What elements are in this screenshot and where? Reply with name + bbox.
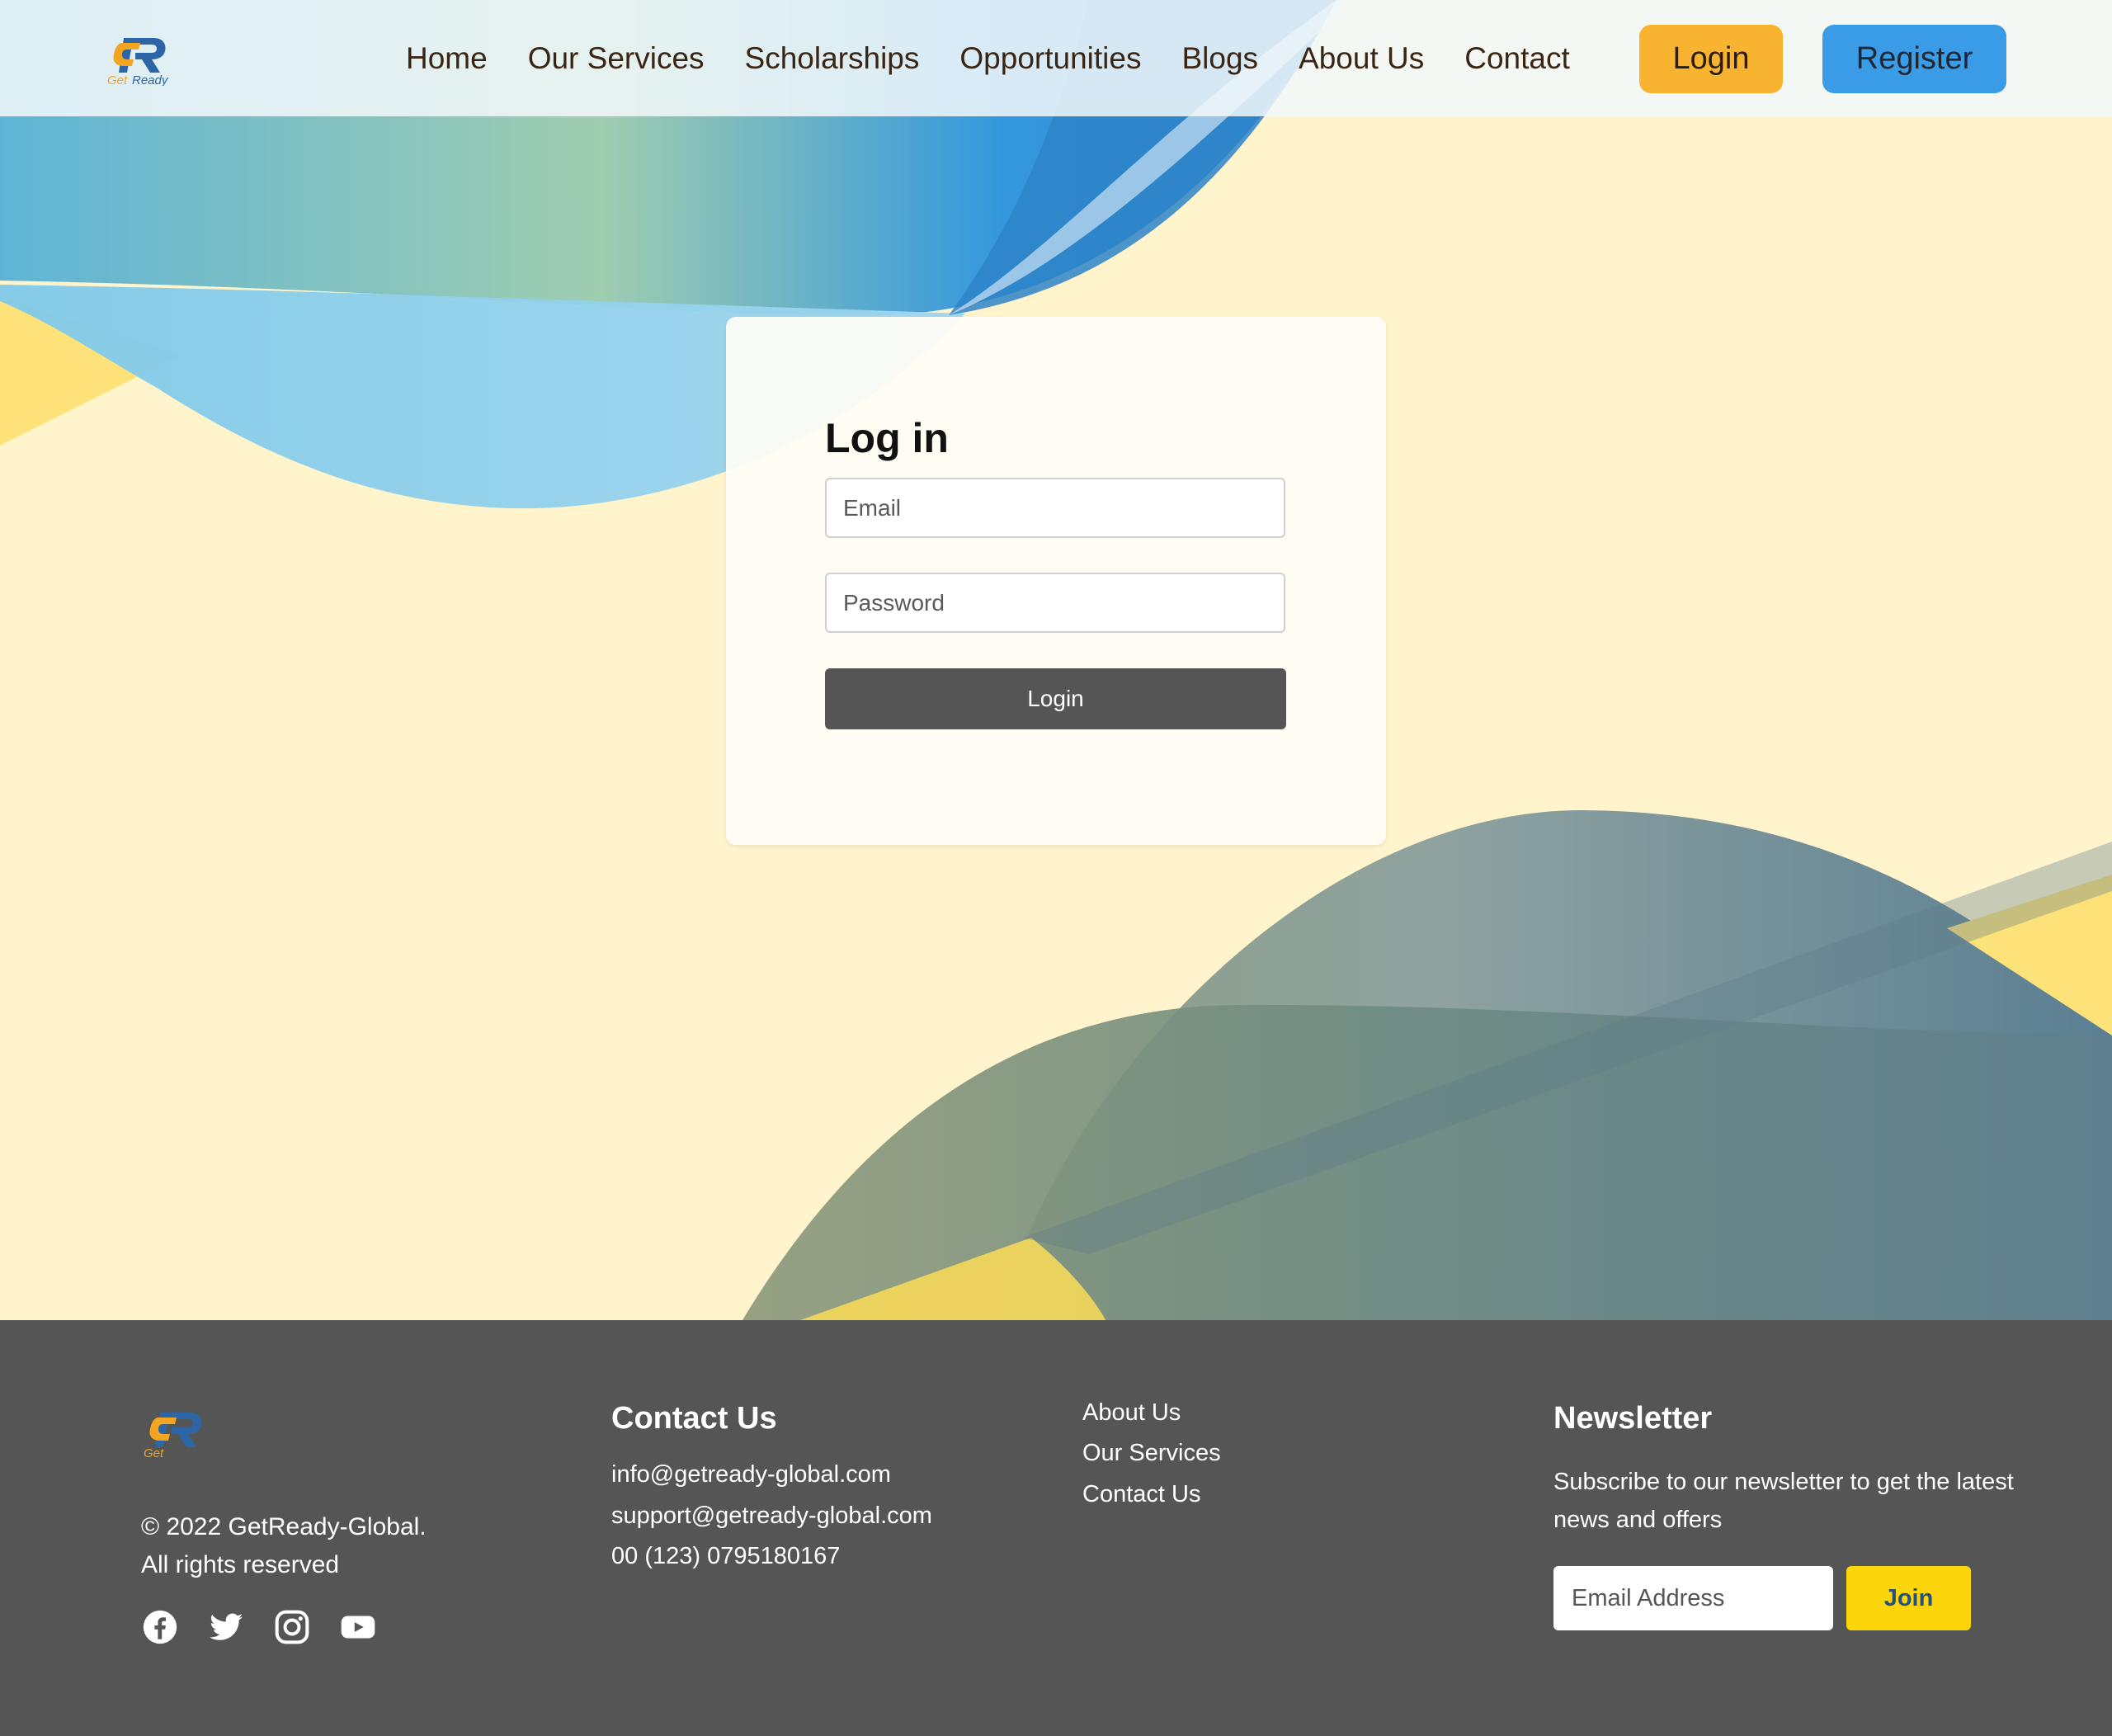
site-header: Get Ready Home Our Services Scholarships… (0, 0, 2112, 116)
main-nav: Home Our Services Scholarships Opportuni… (406, 0, 1570, 116)
nav-scholarships[interactable]: Scholarships (745, 41, 920, 76)
contact-email-info: info@getready-global.com (611, 1461, 891, 1488)
copyright-line-1: © 2022 GetReady-Global. (141, 1513, 427, 1540)
newsletter-heading: Newsletter (1553, 1401, 1713, 1436)
copyright: © 2022 GetReady-Global. All rights reser… (141, 1508, 427, 1584)
contact-heading: Contact Us (611, 1401, 777, 1436)
nav-about-us[interactable]: About Us (1299, 41, 1424, 76)
contact-email-support: support@getready-global.com (611, 1502, 932, 1529)
login-submit-button[interactable]: Login (825, 668, 1286, 729)
logo-wordmark: Get (107, 73, 128, 86)
login-title: Log in (825, 415, 949, 461)
page: Get Ready Home Our Services Scholarships… (0, 0, 2112, 1736)
svg-text:Ready: Ready (132, 73, 169, 86)
contact-phone: 00 (123) 0795180167 (611, 1543, 841, 1569)
footer-logo-icon[interactable]: Get (142, 1406, 208, 1460)
nav-our-services[interactable]: Our Services (528, 41, 705, 76)
newsletter-join-button[interactable]: Join (1846, 1566, 1971, 1630)
logo-icon[interactable]: Get Ready (106, 31, 172, 87)
site-footer: Get © 2022 GetReady-Global. All rights r… (0, 1320, 2112, 1736)
footer-logo-wordmark: Get (144, 1446, 164, 1460)
nav-home[interactable]: Home (406, 41, 488, 76)
header-login-button[interactable]: Login (1639, 25, 1783, 93)
email-field[interactable] (825, 478, 1285, 538)
password-field[interactable] (825, 573, 1285, 633)
newsletter-description: Subscribe to our newsletter to get the l… (1553, 1469, 2014, 1533)
footer-link-contact-us[interactable]: Contact Us (1082, 1481, 1200, 1508)
footer-link-about-us[interactable]: About Us (1082, 1399, 1181, 1427)
login-card: Log in Login (726, 317, 1386, 845)
nav-opportunities[interactable]: Opportunities (959, 41, 1141, 76)
nav-contact[interactable]: Contact (1464, 41, 1570, 76)
nav-blogs[interactable]: Blogs (1181, 41, 1258, 76)
instagram-icon[interactable] (274, 1609, 310, 1645)
social-links (142, 1609, 376, 1645)
header-register-button[interactable]: Register (1822, 25, 2006, 93)
footer-link-our-services[interactable]: Our Services (1082, 1440, 1221, 1467)
facebook-icon[interactable] (142, 1609, 178, 1645)
newsletter-email-input[interactable] (1553, 1566, 1833, 1630)
twitter-icon[interactable] (208, 1609, 244, 1645)
copyright-line-2: All rights reserved (141, 1551, 340, 1578)
youtube-icon[interactable] (340, 1609, 376, 1645)
